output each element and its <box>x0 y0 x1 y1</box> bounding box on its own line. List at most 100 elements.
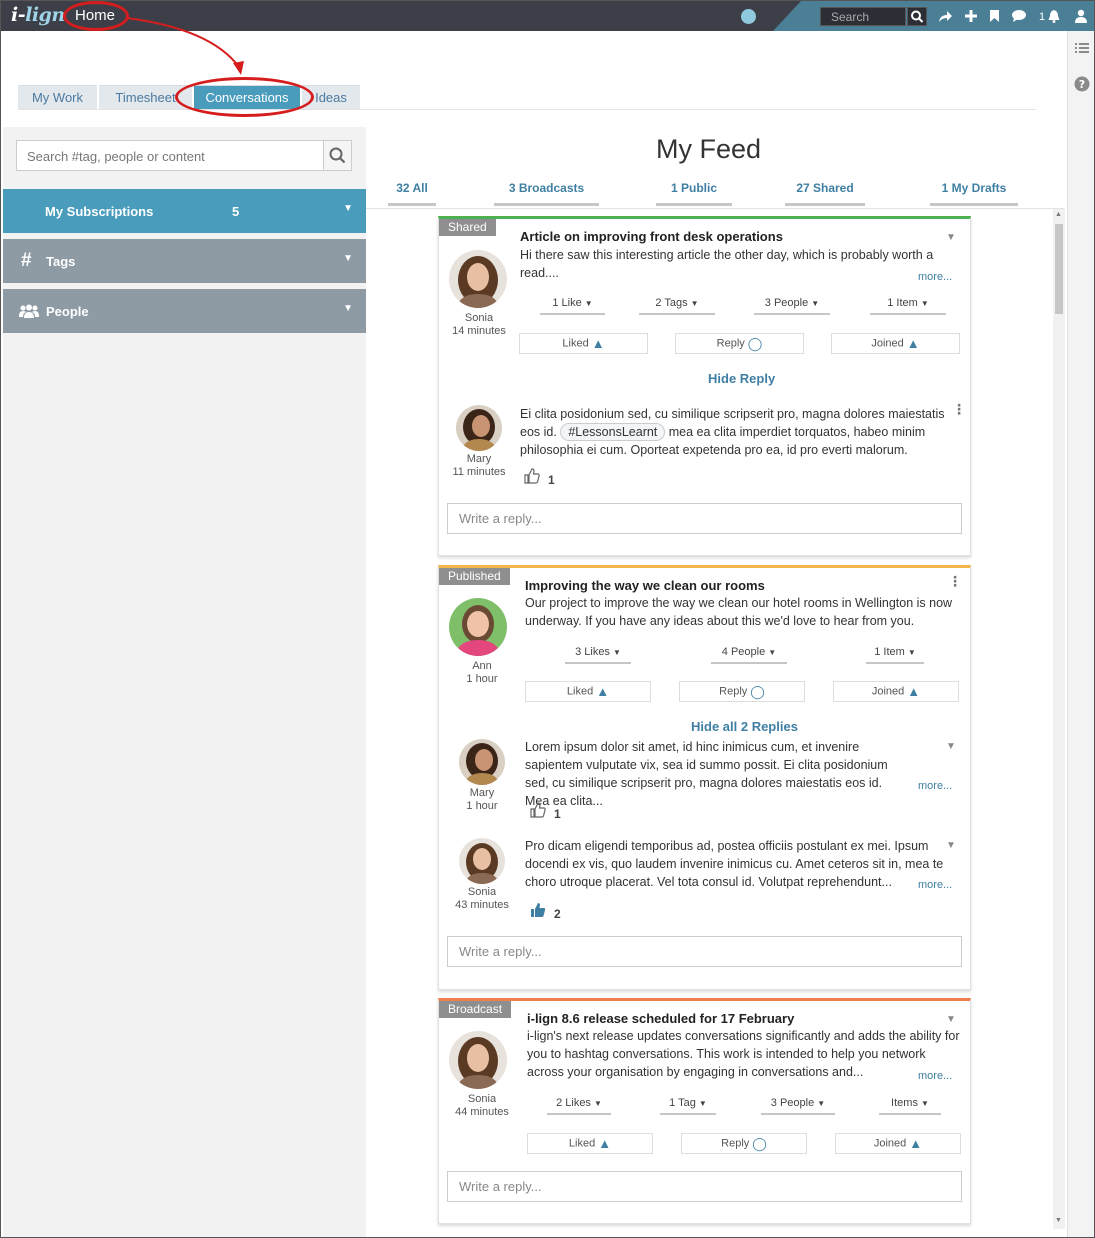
home-link[interactable]: Home <box>75 7 115 24</box>
sidebar-search-input[interactable]: Search #tag, people or content <box>16 140 324 171</box>
bell-icon[interactable] <box>1047 9 1061 25</box>
reply-body: Pro dicam eligendi temporibus ad, postea… <box>525 839 944 889</box>
tab-conversations[interactable]: Conversations <box>194 85 300 109</box>
liked-button[interactable]: Liked ▲ <box>519 333 648 354</box>
bookmark-icon[interactable] <box>989 9 1000 25</box>
author-name[interactable]: Sonia <box>442 1093 522 1106</box>
filter-broadcasts[interactable]: 3 Broadcasts <box>494 181 599 206</box>
post-time: 14 minutes <box>452 325 506 337</box>
reply-like-row[interactable]: 2 <box>530 902 561 921</box>
filter-my-drafts[interactable]: 1 My Drafts <box>930 181 1018 206</box>
global-search-button[interactable] <box>907 7 927 26</box>
caret-down-icon: ▼ <box>817 1099 826 1108</box>
globe-icon[interactable] <box>741 9 756 24</box>
tags-count[interactable]: 1 Tag ▼ <box>660 1097 716 1115</box>
reply-button[interactable]: Reply ◯ <box>681 1133 807 1154</box>
card-title[interactable]: Article on improving front desk operatio… <box>520 229 783 244</box>
author-name[interactable]: Sonia <box>439 312 519 325</box>
help-icon[interactable]: ? <box>1074 76 1090 92</box>
tags-count[interactable]: 2 Tags ▼ <box>639 297 715 315</box>
chat-icon[interactable] <box>1011 9 1027 25</box>
kebab-menu-icon[interactable]: ⋮ <box>952 402 966 416</box>
reply-button[interactable]: Reply ◯ <box>675 333 804 354</box>
reply-input[interactable]: Write a reply... <box>447 503 962 534</box>
author-name[interactable]: Sonia <box>442 886 522 899</box>
global-search-input[interactable]: Search <box>820 7 906 26</box>
avatar[interactable] <box>459 838 505 884</box>
author-name[interactable]: Mary <box>439 453 519 466</box>
likes-count[interactable]: 1 Like ▼ <box>540 297 605 315</box>
more-link[interactable]: more... <box>918 1070 952 1082</box>
sidebar-item-people[interactable]: People ▼ <box>3 289 366 333</box>
search-icon <box>329 147 346 164</box>
feed-card: Broadcast Sonia 44 minutes i-lign 8.6 rel… <box>438 998 971 1224</box>
people-count[interactable]: 3 People ▼ <box>761 1097 835 1115</box>
people-count[interactable]: 3 People ▼ <box>754 297 830 315</box>
tab-ideas[interactable]: Ideas <box>302 85 360 109</box>
bell-icon: ▲ <box>909 1136 923 1151</box>
more-link[interactable]: more... <box>918 780 952 792</box>
author-name[interactable]: Ann <box>442 660 522 673</box>
author-meta: Mary 1 hour <box>442 787 522 813</box>
joined-button[interactable]: Joined ▲ <box>833 681 959 702</box>
avatar[interactable] <box>459 739 505 785</box>
reply-input[interactable]: Write a reply... <box>447 936 962 967</box>
more-link[interactable]: more... <box>918 271 952 283</box>
chevron-down-icon[interactable]: ▼ <box>946 741 956 752</box>
avatar[interactable] <box>449 598 507 656</box>
avatar[interactable] <box>449 250 507 308</box>
avatar[interactable] <box>456 405 502 451</box>
bell-icon: ▲ <box>906 336 920 351</box>
card-title[interactable]: Improving the way we clean our rooms <box>525 578 765 593</box>
share-icon[interactable] <box>937 9 953 25</box>
kebab-menu-icon[interactable]: ⋮ <box>948 574 962 588</box>
reply-button[interactable]: Reply ◯ <box>679 681 805 702</box>
sidebar-item-tags[interactable]: # Tags ▼ <box>3 239 366 283</box>
scroll-up-icon[interactable]: ▲ <box>1055 211 1062 218</box>
user-icon[interactable] <box>1074 9 1088 25</box>
page-title: My Feed <box>655 134 762 164</box>
author-name[interactable]: Mary <box>442 787 522 800</box>
sidebar-search-button[interactable] <box>323 140 352 171</box>
scrollbar-thumb[interactable] <box>1055 224 1063 314</box>
chevron-down-icon[interactable]: ▼ <box>946 1014 956 1025</box>
chevron-down-icon[interactable]: ▼ <box>946 840 956 851</box>
filter-all[interactable]: 32 All <box>388 181 436 206</box>
scroll-down-icon[interactable]: ▼ <box>1055 1217 1062 1224</box>
tab-my-work[interactable]: My Work <box>18 85 97 109</box>
post-time: 43 minutes <box>455 899 509 911</box>
people-count[interactable]: 4 People ▼ <box>711 646 787 664</box>
stat-label: 1 Item <box>874 646 905 658</box>
right-gutter: ? <box>1067 31 1094 1237</box>
list-icon[interactable] <box>1075 42 1089 54</box>
post-time: 44 minutes <box>455 1106 509 1118</box>
tab-timesheet[interactable]: Timesheet <box>99 85 192 109</box>
likes-count[interactable]: 2 Likes ▼ <box>547 1097 611 1115</box>
chevron-down-icon[interactable]: ▼ <box>946 232 956 243</box>
status-badge: Published <box>439 568 510 585</box>
likes-count[interactable]: 3 Likes ▼ <box>565 646 631 664</box>
reply-like-row[interactable]: 1 <box>530 802 561 821</box>
joined-button[interactable]: Joined ▲ <box>831 333 960 354</box>
avatar[interactable] <box>449 1031 507 1089</box>
items-count[interactable]: Items ▼ <box>879 1097 941 1115</box>
hide-replies-toggle[interactable]: Hide all 2 Replies <box>691 719 798 734</box>
items-count[interactable]: 1 Item ▼ <box>870 297 946 315</box>
filter-shared[interactable]: 27 Shared <box>785 181 865 206</box>
feed-scrollbar[interactable]: ▼ ▲ <box>1053 209 1065 1229</box>
add-icon[interactable] <box>964 9 978 25</box>
app-logo[interactable]: i-lign <box>11 4 65 26</box>
joined-button[interactable]: Joined ▲ <box>835 1133 961 1154</box>
hashtag-pill[interactable]: #LessonsLearnt <box>560 423 666 441</box>
sidebar-item-subscriptions[interactable]: My Subscriptions 5 ▼ <box>3 189 366 233</box>
author-meta: Sonia 44 minutes <box>442 1093 522 1119</box>
more-link[interactable]: more... <box>918 879 952 891</box>
liked-button[interactable]: Liked ▲ <box>527 1133 653 1154</box>
reply-input[interactable]: Write a reply... <box>447 1171 962 1202</box>
items-count[interactable]: 1 Item ▼ <box>866 646 924 664</box>
reply-like-row[interactable]: 1 <box>524 468 555 487</box>
hide-reply-toggle[interactable]: Hide Reply <box>708 371 775 386</box>
filter-public[interactable]: 1 Public <box>656 181 732 206</box>
liked-button[interactable]: Liked ▲ <box>525 681 651 702</box>
card-title[interactable]: i-lign 8.6 release scheduled for 17 Febr… <box>527 1011 794 1026</box>
